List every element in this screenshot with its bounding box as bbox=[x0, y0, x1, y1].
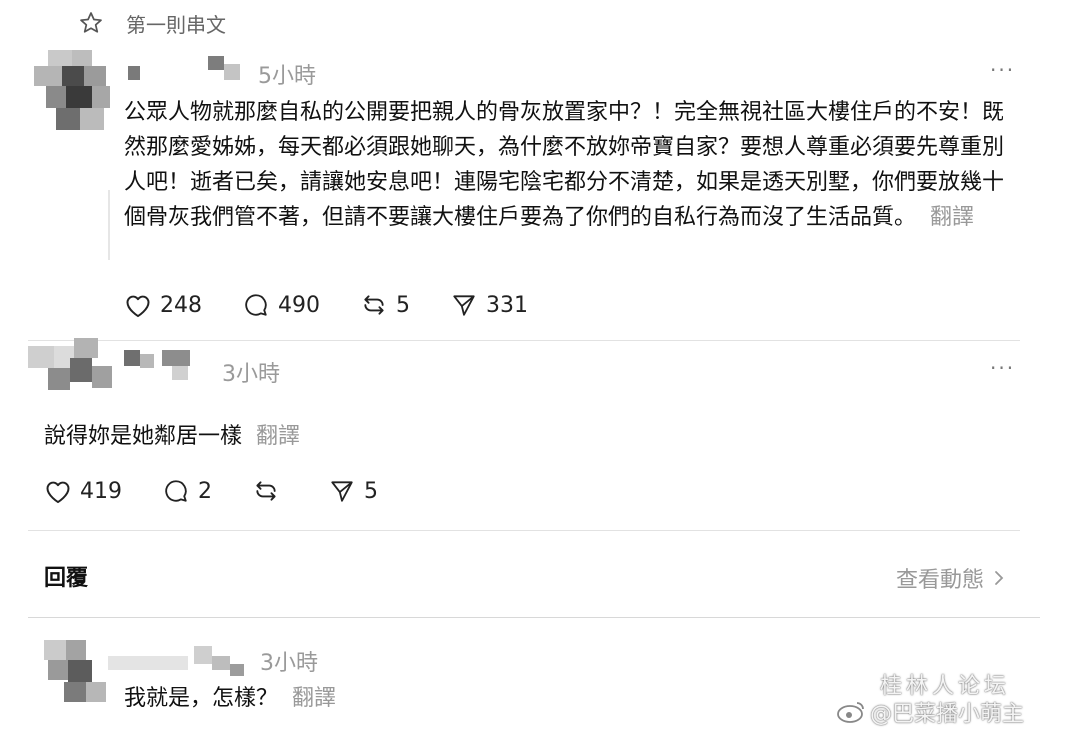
comment-icon bbox=[242, 292, 270, 318]
reply-text: 說得妳是她鄰居一樣 bbox=[44, 424, 243, 449]
share-button[interactable]: 5 bbox=[328, 478, 378, 504]
thread-line bbox=[108, 190, 110, 260]
post-body: 公眾人物就那麼自私的公開要把親人的骨灰放置家中？！完全無視社區大樓住戶的不安！既… bbox=[124, 95, 1024, 235]
heart-icon bbox=[44, 478, 72, 504]
watermark-handle: @巴菜播小萌主 bbox=[870, 702, 1025, 727]
repost-button[interactable]: 5 bbox=[360, 292, 410, 318]
view-activity-label: 查看動態 bbox=[896, 568, 985, 593]
repost-button[interactable] bbox=[252, 478, 288, 504]
like-count: 419 bbox=[80, 478, 122, 504]
thread-header: 第一則串文 bbox=[78, 8, 226, 38]
post-time: 5小時 bbox=[258, 64, 316, 89]
reply-text: 我就是，怎樣？ bbox=[124, 686, 279, 711]
send-icon bbox=[450, 292, 478, 318]
translate-link[interactable]: 翻譯 bbox=[256, 424, 300, 449]
more-options-icon[interactable]: ··· bbox=[990, 58, 1015, 82]
send-icon bbox=[328, 478, 356, 504]
comment-count: 2 bbox=[198, 478, 212, 504]
divider bbox=[28, 617, 1040, 618]
like-button[interactable]: 248 bbox=[124, 292, 202, 318]
reply-time: 3小時 bbox=[222, 362, 280, 387]
post-actions: 248 490 5 331 bbox=[124, 292, 528, 318]
like-count: 248 bbox=[160, 292, 202, 318]
share-button[interactable]: 331 bbox=[450, 292, 528, 318]
translate-link[interactable]: 翻譯 bbox=[930, 205, 974, 230]
heart-icon bbox=[124, 292, 152, 318]
comment-count: 490 bbox=[278, 292, 320, 318]
like-button[interactable]: 419 bbox=[44, 478, 122, 504]
reply-actions: 419 2 5 bbox=[44, 478, 378, 504]
reply-body: 說得妳是她鄰居一樣 翻譯 bbox=[44, 419, 944, 454]
avatar[interactable] bbox=[28, 338, 198, 398]
comment-button[interactable]: 2 bbox=[162, 478, 212, 504]
reply-time: 3小時 bbox=[260, 651, 318, 676]
username[interactable] bbox=[122, 54, 252, 84]
repost-icon bbox=[252, 478, 280, 504]
watermark-account: @巴菜播小萌主 bbox=[836, 696, 1024, 728]
more-options-icon[interactable]: ··· bbox=[990, 356, 1015, 380]
repost-icon bbox=[360, 292, 388, 318]
share-count: 331 bbox=[486, 292, 528, 318]
comment-icon bbox=[162, 478, 190, 504]
translate-link[interactable]: 翻譯 bbox=[292, 686, 336, 711]
thread-title: 第一則串文 bbox=[126, 12, 226, 37]
reply-body: 我就是，怎樣？ 翻譯 bbox=[124, 681, 824, 716]
comment-button[interactable]: 490 bbox=[242, 292, 320, 318]
post-text: 公眾人物就那麼自私的公開要把親人的骨灰放置家中？！完全無視社區大樓住戶的不安！既… bbox=[124, 100, 1005, 230]
star-icon[interactable] bbox=[78, 10, 104, 36]
avatar[interactable] bbox=[28, 50, 114, 132]
chevron-right-icon bbox=[992, 567, 1006, 589]
weibo-icon bbox=[836, 699, 866, 725]
divider bbox=[28, 530, 1020, 531]
view-activity-link[interactable]: 查看動態 bbox=[896, 562, 1006, 594]
reply-heading: 回覆 bbox=[44, 566, 89, 591]
share-count: 5 bbox=[364, 478, 378, 504]
repost-count: 5 bbox=[396, 292, 410, 318]
